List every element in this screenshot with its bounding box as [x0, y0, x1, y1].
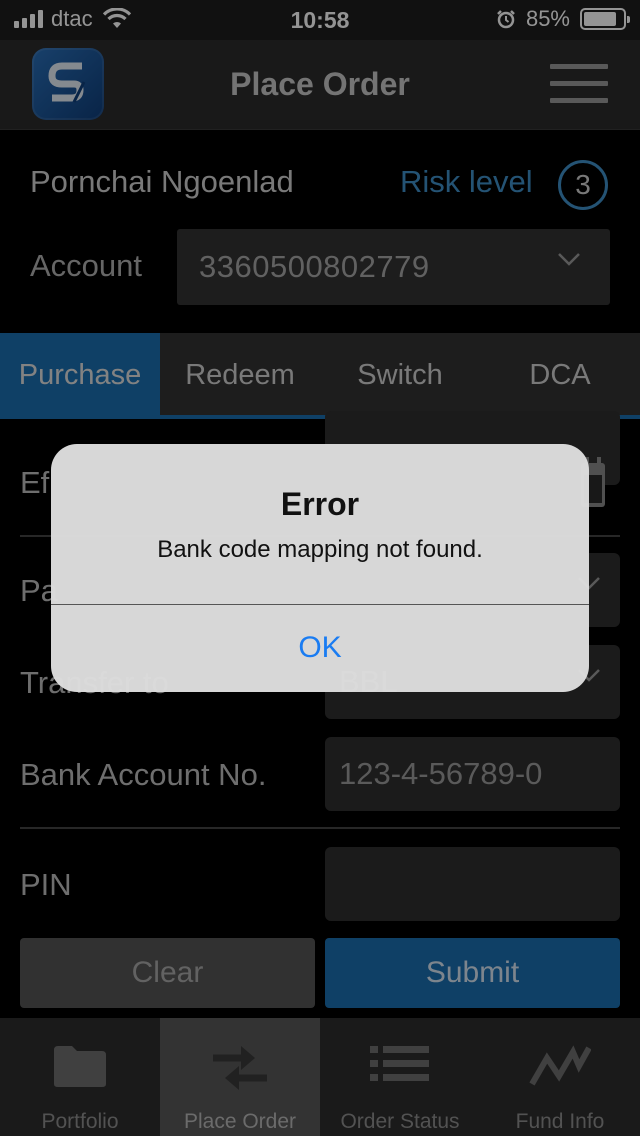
- alert-title: Error: [280, 486, 360, 522]
- alert-ok-button[interactable]: OK: [51, 605, 589, 692]
- error-alert-dialog: Error Bank code mapping not found. OK: [51, 444, 589, 692]
- alert-message: Bank code mapping not found.: [157, 536, 483, 563]
